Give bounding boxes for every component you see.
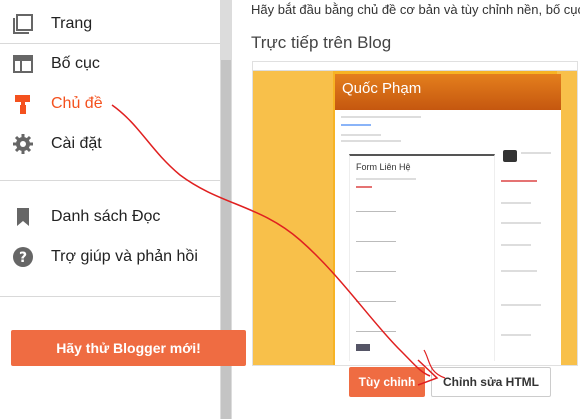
preview-field: [356, 271, 396, 272]
preview-background: [253, 71, 333, 365]
preview-field: [356, 211, 396, 212]
preview-text-line: [356, 178, 416, 180]
preview-text-line: [356, 186, 372, 188]
sidebar-item-theme[interactable]: Chủ đề: [0, 85, 220, 123]
sidebar-item-label: Danh sách Đọc: [51, 208, 161, 225]
sidebar-item-help[interactable]: ? Trợ giúp và phản hồi: [0, 238, 220, 276]
layout-icon: [12, 53, 34, 75]
preview-share-icons: [341, 124, 371, 126]
sidebar-item-label: Cài đặt: [51, 135, 102, 152]
preview-text-line: [341, 116, 421, 118]
preview-contact-form: Form Liên Hệ: [349, 154, 495, 361]
try-new-blogger-button[interactable]: Hãy thử Blogger mới!: [11, 330, 246, 366]
preview-field: [356, 301, 396, 302]
gear-icon: [12, 133, 34, 155]
theme-roller-icon: [12, 93, 34, 115]
pages-icon: [12, 13, 34, 35]
preview-avatar: [503, 150, 517, 162]
preview-text-line: [501, 244, 531, 246]
divider: [0, 180, 220, 181]
preview-field: [356, 241, 396, 242]
sidebar-item-reading-list[interactable]: Danh sách Đọc: [0, 198, 220, 236]
preview-text-line: [501, 304, 541, 306]
edit-html-button[interactable]: Chỉnh sửa HTML: [431, 367, 551, 397]
sidebar-item-label: Chủ đề: [51, 95, 103, 112]
intro-text: Hãy bắt đầu bằng chủ đề cơ bản và tùy ch…: [251, 2, 580, 17]
preview-blog-page: Quốc Phạm Form Liên Hệ: [335, 74, 561, 365]
preview-blog-title: Quốc Phạm: [342, 80, 422, 97]
preview-field: [356, 331, 396, 332]
live-blog-preview[interactable]: Quốc Phạm Form Liên Hệ: [252, 61, 578, 366]
preview-navbar: [253, 62, 577, 71]
preview-form-title: Form Liên Hệ: [356, 162, 411, 172]
preview-text-line: [501, 180, 537, 182]
preview-text-line: [341, 140, 401, 142]
help-icon: ?: [12, 246, 34, 268]
sidebar-item-label: Trợ giúp và phản hồi: [51, 248, 198, 265]
preview-text-line: [501, 334, 531, 336]
sidebar-item-settings[interactable]: Cài đặt: [0, 125, 220, 163]
divider: [0, 296, 220, 297]
preview-submit: [356, 344, 370, 351]
preview-blog-header: Quốc Phạm: [335, 74, 561, 110]
preview-text-line: [521, 152, 551, 154]
preview-text-line: [501, 202, 531, 204]
sidebar-item-label: Trang: [51, 15, 93, 32]
sidebar-item-layout[interactable]: Bố cục: [0, 45, 220, 83]
bookmark-icon: [12, 206, 34, 228]
preview-text-line: [501, 270, 537, 272]
divider: [0, 43, 220, 44]
sidebar-item-pages[interactable]: Trang: [0, 5, 220, 43]
preview-sidebar: [501, 144, 559, 359]
svg-text:?: ?: [19, 250, 27, 266]
preview-text-line: [501, 222, 541, 224]
preview-text-line: [341, 134, 381, 136]
sidebar-item-label: Bố cục: [51, 55, 100, 72]
section-title: Trực tiếp trên Blog: [251, 33, 392, 52]
customize-button[interactable]: Tùy chỉnh: [349, 367, 425, 397]
